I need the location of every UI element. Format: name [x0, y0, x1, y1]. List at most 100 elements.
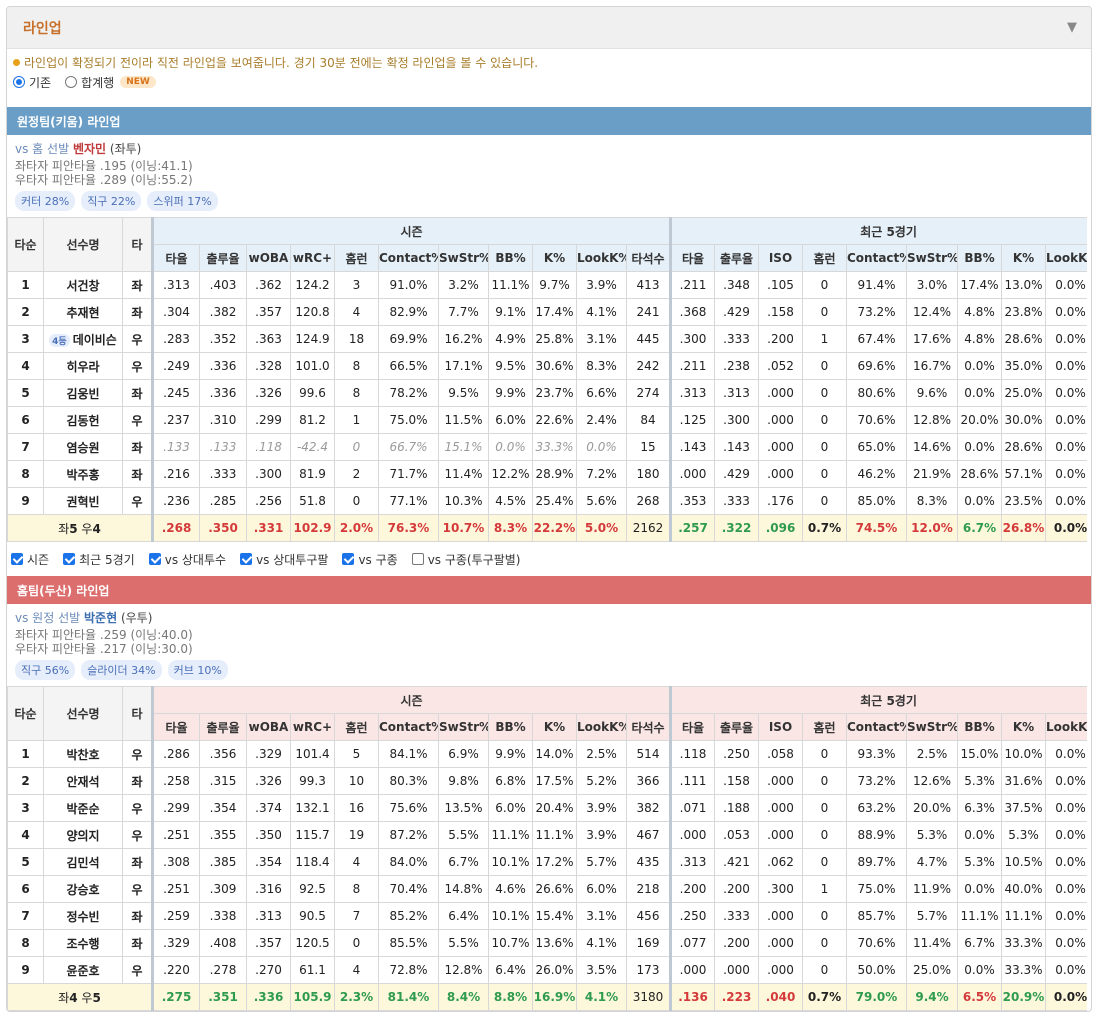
col-season-stat[interactable]: wOBA [246, 244, 291, 272]
col-recent-stat[interactable]: K% [1001, 713, 1046, 741]
player-name[interactable]: 권혁빈 [66, 495, 99, 509]
col-recent-stat[interactable]: LookK% [1045, 713, 1087, 741]
player-name[interactable]: 안재석 [66, 775, 99, 789]
col-season-stat[interactable]: LookK% [576, 713, 627, 741]
player-row[interactable]: 3 박준순 우 .299.354.374 132.1 16 75.6% 13.5% 6.0% 20… [7, 794, 1087, 822]
col-season-stat[interactable]: 타석수 [626, 244, 671, 272]
filter-vs-pitcher-checkbox[interactable] [148, 553, 161, 565]
radio-basic-label[interactable]: 기존 [29, 74, 51, 91]
player-name-cell[interactable]: 박주홍 [43, 460, 123, 488]
player-row[interactable]: 9 윤준호 우 .220.278.270 61.1 4 72.8% 12.8% 6.4% 26.0… [7, 956, 1087, 984]
player-name[interactable]: 윤준호 [66, 964, 99, 978]
player-name-cell[interactable]: 안재석 [43, 767, 123, 795]
radio-total[interactable] [65, 76, 78, 88]
col-recent-stat[interactable]: 출루율 [714, 713, 759, 741]
col-season-stat[interactable]: wRC+ [290, 244, 335, 272]
col-recent-stat[interactable]: SwStr% [906, 244, 958, 272]
player-name-cell[interactable]: 정수빈 [43, 902, 123, 930]
col-recent-stat[interactable]: LookK% [1045, 244, 1087, 272]
filter-vs-arm-checkbox[interactable] [240, 553, 253, 565]
player-name[interactable]: 염승원 [66, 441, 99, 455]
player-row[interactable]: 6 강승호 우 .251.309.316 92.5 8 70.4% 14.8% 4.6% 26.6… [7, 875, 1087, 903]
col-season-stat[interactable]: K% [532, 713, 577, 741]
col-season-stat[interactable]: 출루율 [199, 244, 247, 272]
col-season-stat[interactable]: LookK% [576, 244, 627, 272]
col-season-stat[interactable]: K% [532, 244, 577, 272]
starter-name[interactable]: 박준현 [84, 611, 117, 625]
col-recent-stat[interactable]: 홈런 [802, 713, 847, 741]
player-name[interactable]: 김동헌 [66, 414, 99, 428]
player-name-cell[interactable]: 히우라 [43, 352, 123, 380]
player-name[interactable]: 데이비슨 [73, 333, 117, 347]
player-name[interactable]: 박찬호 [66, 748, 99, 762]
col-season-stat[interactable]: BB% [488, 713, 533, 741]
radio-basic[interactable] [13, 76, 25, 88]
col-recent-stat[interactable]: Contact% [846, 244, 907, 272]
panel-header[interactable]: 라인업 ▼ [7, 7, 1091, 49]
player-row[interactable]: 5 김웅빈 좌 .245.336.326 99.6 8 78.2% 9.5% 9.9% 23.7%… [7, 379, 1087, 407]
player-row[interactable]: 3 4등 데이비슨 우 .283.352.363 124.9 18 69.9% 16.2% 4.9… [7, 325, 1087, 353]
player-name[interactable]: 서건창 [66, 279, 99, 293]
player-row[interactable]: 9 권혁빈 우 .236.285.256 51.8 0 77.1% 10.3% 4.5% 25.4… [7, 487, 1087, 515]
player-name-cell[interactable]: 서건창 [43, 271, 123, 299]
col-recent-stat[interactable]: ISO [758, 713, 803, 741]
col-recent-stat[interactable]: SwStr% [906, 713, 958, 741]
col-season-stat[interactable]: SwStr% [438, 244, 489, 272]
player-row[interactable]: 5 김민석 좌 .308.385.354 118.4 4 84.0% 6.7% 10.1% 17.… [7, 848, 1087, 876]
player-name-cell[interactable]: 박준순 [43, 794, 123, 822]
col-recent-stat[interactable]: Contact% [846, 713, 907, 741]
col-season-stat[interactable]: Contact% [378, 713, 439, 741]
player-row[interactable]: 4 히우라 우 .249.336.328 101.0 8 66.5% 17.1% 9.5% 30.… [7, 352, 1087, 380]
col-recent-stat[interactable]: ISO [758, 244, 803, 272]
player-name-cell[interactable]: 조수행 [43, 929, 123, 957]
col-season-stat[interactable]: 타율 [151, 713, 200, 741]
player-row[interactable]: 4 양의지 우 .251.355.350 115.7 19 87.2% 5.5% 11.1% 11… [7, 821, 1087, 849]
player-name[interactable]: 박준순 [66, 802, 99, 816]
collapse-caret-icon[interactable]: ▼ [1067, 20, 1077, 35]
radio-total-label[interactable]: 합계행 [81, 74, 114, 91]
col-season-stat[interactable]: Contact% [378, 244, 439, 272]
player-name[interactable]: 양의지 [66, 829, 99, 843]
player-name[interactable]: 김웅빈 [66, 387, 99, 401]
col-season-stat[interactable]: wRC+ [290, 713, 335, 741]
player-row[interactable]: 8 조수행 좌 .329.408.357 120.5 0 85.5% 5.5% 10.7% 13.… [7, 929, 1087, 957]
player-name-cell[interactable]: 윤준호 [43, 956, 123, 984]
player-name[interactable]: 김민석 [66, 856, 99, 870]
player-name-cell[interactable]: 김웅빈 [43, 379, 123, 407]
filter-season-checkbox[interactable] [11, 553, 23, 565]
col-season-stat[interactable]: wOBA [246, 713, 291, 741]
filter-recent-checkbox[interactable] [63, 553, 76, 565]
col-recent-stat[interactable]: BB% [957, 244, 1002, 272]
col-season-stat[interactable]: 타율 [151, 244, 200, 272]
col-season-stat[interactable]: 홈런 [334, 244, 379, 272]
player-row[interactable]: 7 염승원 좌 .133.133.118 -42.4 0 66.7% 15.1% 0.0% 33.… [7, 433, 1087, 461]
player-name[interactable]: 박주홍 [66, 468, 99, 482]
player-name-cell[interactable]: 강승호 [43, 875, 123, 903]
player-name[interactable]: 조수행 [66, 937, 99, 951]
player-row[interactable]: 1 서건창 좌 .313.403.362 124.2 3 91.0% 3.2% 11.1% 9.7… [7, 271, 1087, 299]
filter-label[interactable]: vs 상대투수 [165, 551, 226, 568]
col-recent-stat[interactable]: K% [1001, 244, 1046, 272]
filter-label[interactable]: vs 구종 [358, 551, 397, 568]
player-name-cell[interactable]: 염승원 [43, 433, 123, 461]
filter-label[interactable]: 시즌 [27, 551, 49, 568]
player-name-cell[interactable]: 양의지 [43, 821, 123, 849]
player-name[interactable]: 강승호 [66, 883, 99, 897]
starter-name[interactable]: 벤자민 [73, 142, 106, 156]
col-recent-stat[interactable]: BB% [957, 713, 1002, 741]
player-row[interactable]: 8 박주홍 좌 .216.333.300 81.9 2 71.7% 11.4% 12.2% 28.… [7, 460, 1087, 488]
player-row[interactable]: 7 정수빈 좌 .259.338.313 90.5 7 85.2% 6.4% 10.1% 15.4… [7, 902, 1087, 930]
col-season-stat[interactable]: BB% [488, 244, 533, 272]
player-name-cell[interactable]: 권혁빈 [43, 487, 123, 515]
player-name[interactable]: 정수빈 [66, 910, 99, 924]
player-row[interactable]: 6 김동헌 우 .237.310.299 81.2 1 75.0% 11.5% 6.0% 22.6… [7, 406, 1087, 434]
col-season-stat[interactable]: SwStr% [438, 713, 489, 741]
filter-label[interactable]: vs 구종(투구팔별) [428, 551, 521, 568]
col-recent-stat[interactable]: 타율 [669, 713, 715, 741]
home-table-wrap[interactable]: 타순 선수명 타 시즌 최근 5경기 타율 출루율 wOBA wRC+ 홈런 Contact% SwS… [7, 686, 1087, 1011]
player-name-cell[interactable]: 박찬호 [43, 740, 123, 768]
col-season-stat[interactable]: 홈런 [334, 713, 379, 741]
filter-vs-pitch-arm-checkbox[interactable] [411, 553, 424, 565]
player-name-cell[interactable]: 4등 데이비슨 [43, 325, 123, 353]
away-table-wrap[interactable]: 타순 선수명 타 시즌 최근 5경기 타율 출루율 wOBA wRC+ 홈런 Contact% SwS… [7, 217, 1087, 542]
